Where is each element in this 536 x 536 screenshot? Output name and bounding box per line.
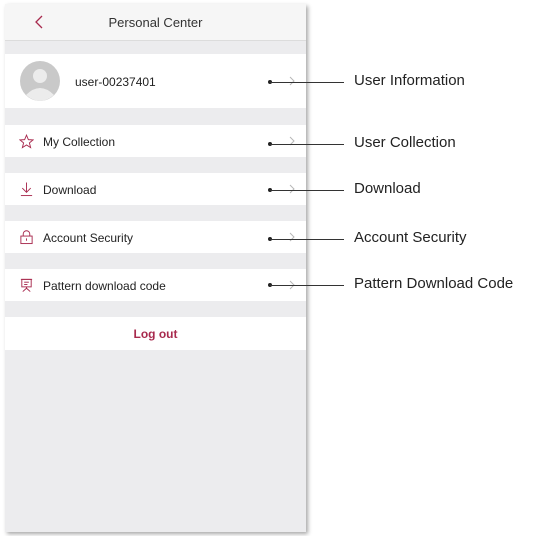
username: user-00237401 xyxy=(75,75,156,89)
avatar xyxy=(20,61,60,101)
menu-item-label: My Collection xyxy=(43,135,116,149)
callout-line xyxy=(270,144,344,145)
callout-line xyxy=(270,285,344,286)
callout-line xyxy=(270,190,344,191)
chevron-right-icon xyxy=(289,184,295,194)
download-icon xyxy=(20,182,33,197)
logout-button[interactable]: Log out xyxy=(5,327,306,341)
menu-item-pattern-download-code[interactable]: Pattern download code xyxy=(5,269,306,301)
annotation-account-security: Account Security xyxy=(354,229,467,246)
menu-item-my-collection[interactable]: My Collection xyxy=(5,125,306,157)
phone-screen: Personal Center user-00237401 My Collect… xyxy=(5,4,306,532)
page-title: Personal Center xyxy=(108,15,203,30)
annotation-user-collection: User Collection xyxy=(354,134,456,151)
annotation-pattern-download-code: Pattern Download Code xyxy=(354,275,514,292)
profile-row[interactable]: user-00237401 xyxy=(5,54,306,108)
star-icon xyxy=(19,134,34,149)
menu-item-label: Account Security xyxy=(43,231,134,245)
chevron-right-icon xyxy=(289,232,295,242)
menu-item-label: Pattern download code xyxy=(43,279,166,293)
callout-line xyxy=(270,239,344,240)
menu-item-label: Download xyxy=(43,183,97,197)
menu-item-download[interactable]: Download xyxy=(5,173,306,205)
lock-icon xyxy=(20,230,33,245)
logout-row[interactable]: Log out xyxy=(5,317,306,350)
annotation-user-information: User Information xyxy=(354,72,465,89)
nav-bar: Personal Center xyxy=(5,4,306,41)
easel-icon xyxy=(20,278,33,292)
chevron-right-icon xyxy=(289,76,295,86)
callout-line xyxy=(270,82,344,83)
annotation-download: Download xyxy=(354,180,421,197)
menu-item-account-security[interactable]: Account Security xyxy=(5,221,306,253)
